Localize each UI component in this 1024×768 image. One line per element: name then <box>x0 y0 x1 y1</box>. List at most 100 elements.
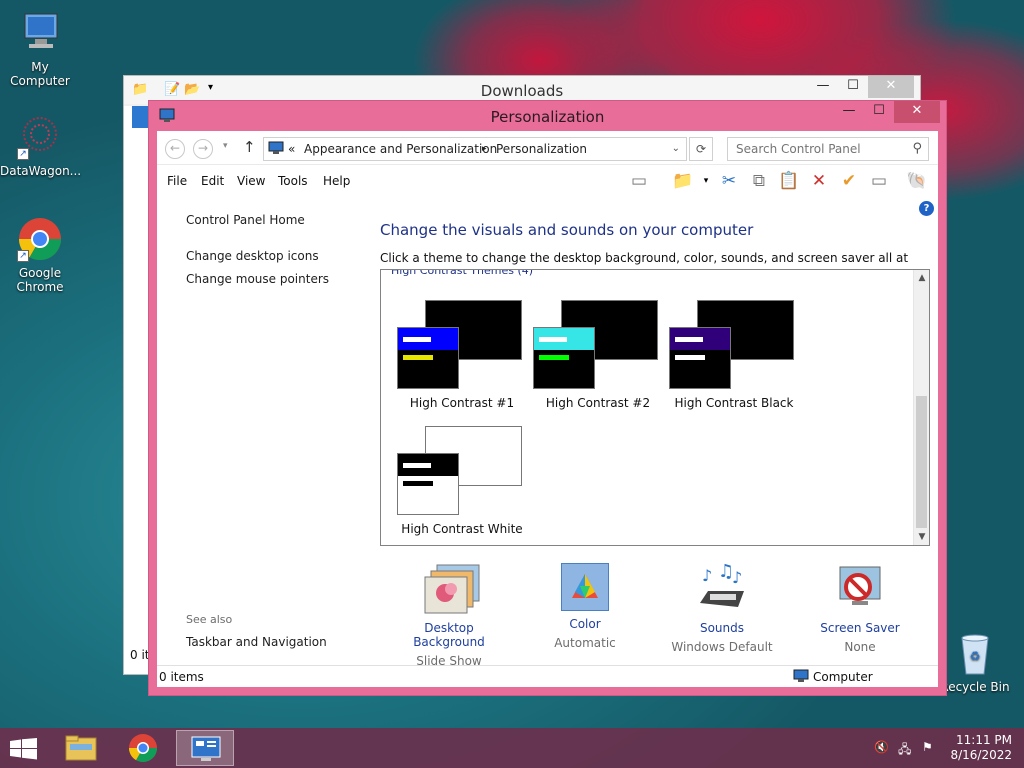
desktop-icon-label: DataWagon... <box>0 164 82 178</box>
up-arrow-icon[interactable]: ↑ <box>243 138 256 156</box>
search-input[interactable] <box>734 141 904 157</box>
computer-icon <box>17 10 63 56</box>
scroll-up-icon[interactable]: ▲ <box>914 270 929 286</box>
breadcrumb-overflow[interactable]: « <box>288 142 295 156</box>
sidebar-change-mouse-pointers[interactable]: Change mouse pointers <box>186 272 329 286</box>
close-button[interactable]: ✕ <box>894 101 940 123</box>
file-explorer-icon <box>65 735 97 761</box>
sidebar-change-desktop-icons[interactable]: Change desktop icons <box>186 249 319 263</box>
screen-saver-link[interactable]: Screen Saver <box>800 621 920 635</box>
personalization-window[interactable]: Personalization — ☐ ✕ ← → ▾ ↑ « Appearan… <box>148 100 947 696</box>
theme-label: High Contrast #1 <box>409 396 515 410</box>
scroll-down-icon[interactable]: ▼ <box>914 529 929 545</box>
desktop-icon-my-computer[interactable]: My Computer <box>0 10 80 88</box>
downloads-minimize-button[interactable]: — <box>808 76 838 98</box>
maximize-button[interactable]: ☐ <box>864 101 894 123</box>
desktop-background-setting[interactable]: Desktop Background Slide Show <box>389 563 509 668</box>
back-button[interactable]: ← <box>165 139 185 159</box>
folder-options-icon[interactable]: 📁 <box>670 168 696 194</box>
volume-muted-icon[interactable]: 🔇 <box>874 740 889 754</box>
sounds-setting[interactable]: ♪ ♫ ♪ Sounds Windows Default <box>662 561 782 654</box>
menu-tools[interactable]: Tools <box>278 174 308 188</box>
theme-label: High Contrast White <box>401 522 523 536</box>
refresh-button[interactable]: ⟳ <box>689 137 713 161</box>
shortcut-arrow-icon: ↗ <box>17 250 29 262</box>
recent-pages-chevron-icon[interactable]: ▾ <box>223 141 228 151</box>
properties-check-icon[interactable]: ✔ <box>836 168 862 194</box>
menu-view[interactable]: View <box>237 174 265 188</box>
personalization-titlebar[interactable]: Personalization — ☐ ✕ <box>149 101 946 131</box>
menu-bar: File Edit View Tools Help ▭ 📁 ▾ ✂ ⧉ 📋 ✕ … <box>157 165 938 197</box>
paste-icon[interactable]: 📋 <box>776 168 802 194</box>
sounds-link[interactable]: Sounds <box>662 621 782 635</box>
page-title: Change the visuals and sounds on your co… <box>380 221 754 239</box>
desktop-background-link[interactable]: Desktop Background <box>389 621 509 649</box>
chrome-icon <box>129 734 157 762</box>
address-bar[interactable]: « Appearance and Personalization ▸ Perso… <box>263 137 687 161</box>
breadcrumb-separator-icon[interactable]: ▸ <box>482 144 487 154</box>
preview-pane-icon[interactable]: ▭ <box>626 168 652 194</box>
downloads-title: Downloads <box>480 82 564 100</box>
datawagon-icon: ↗ <box>17 114 63 160</box>
downloads-close-button[interactable]: ✕ <box>868 76 914 98</box>
shortcut-arrow-icon: ↗ <box>17 148 29 160</box>
breadcrumb-appearance[interactable]: Appearance and Personalization <box>304 142 497 156</box>
desktop-icon-label: Recycle Bin <box>940 680 1010 694</box>
theme-label: High Contrast Black <box>674 396 794 410</box>
taskbar-google-chrome[interactable] <box>114 730 172 766</box>
address-dropdown-icon[interactable]: ⌄ <box>672 143 680 154</box>
desktop-icon-recycle-bin[interactable]: ♻ Recycle Bin <box>935 630 1015 694</box>
search-box[interactable]: ⚲ <box>727 137 929 161</box>
window-title: Personalization <box>490 108 605 126</box>
theme-group-header[interactable]: High Contrast Themes (4) <box>391 270 533 277</box>
search-icon[interactable]: ⚲ <box>912 141 922 156</box>
recycle-bin-icon: ♻ <box>952 630 998 676</box>
color-link[interactable]: Color <box>525 617 645 631</box>
taskbar-file-explorer[interactable] <box>52 730 110 766</box>
status-items-count: 0 items <box>159 670 204 684</box>
sounds-icon: ♪ ♫ ♪ <box>696 561 748 615</box>
breadcrumb-personalization[interactable]: Personalization <box>496 142 587 156</box>
menu-file[interactable]: File <box>167 174 187 188</box>
downloads-status-items: 0 it <box>130 648 150 662</box>
theme-high-contrast-black[interactable]: High Contrast Black <box>669 300 805 424</box>
screen-saver-setting[interactable]: Screen Saver None <box>800 563 920 654</box>
color-setting[interactable]: Color Automatic <box>525 563 645 650</box>
rename-icon[interactable]: ▭ <box>866 168 892 194</box>
clock-date: 8/16/2022 <box>950 748 1012 762</box>
theme-high-contrast-1[interactable]: High Contrast #1 <box>397 300 533 424</box>
menu-help[interactable]: Help <box>323 174 350 188</box>
theme-high-contrast-2[interactable]: High Contrast #2 <box>533 300 669 424</box>
color-palette-icon <box>561 563 609 611</box>
forward-button[interactable]: → <box>193 139 213 159</box>
sidebar-control-panel-home[interactable]: Control Panel Home <box>186 213 305 227</box>
shell-icon[interactable]: 🐚 <box>904 168 930 194</box>
desktop-icon-datawagon[interactable]: ↗ DataWagon... <box>0 114 82 178</box>
start-button[interactable] <box>10 738 38 763</box>
taskbar-control-panel[interactable] <box>176 730 234 766</box>
theme-list[interactable]: High Contrast Themes (4) High Contrast #… <box>380 269 930 546</box>
theme-list-scrollbar[interactable]: ▲ ▼ <box>913 270 929 545</box>
copy-icon[interactable]: ⧉ <box>746 168 772 194</box>
svg-text:♪: ♪ <box>702 566 712 585</box>
downloads-maximize-button[interactable]: ☐ <box>838 76 868 98</box>
network-icon[interactable]: 🖧 <box>898 740 911 761</box>
scroll-thumb[interactable] <box>916 396 927 528</box>
sidebar-taskbar-navigation[interactable]: Taskbar and Navigation <box>186 635 327 649</box>
desktop-icon-label: My Computer <box>10 60 70 88</box>
delete-icon[interactable]: ✕ <box>806 168 832 194</box>
status-location: Computer <box>813 670 873 684</box>
help-icon[interactable]: ? <box>919 201 934 216</box>
computer-status-icon <box>793 669 809 686</box>
theme-label: High Contrast #2 <box>545 396 651 410</box>
control-panel-icon <box>191 736 221 761</box>
sounds-value: Windows Default <box>671 640 773 654</box>
menu-edit[interactable]: Edit <box>201 174 224 188</box>
desktop-icon-google-chrome[interactable]: ↗ Google Chrome <box>0 216 80 294</box>
folder-options-dropdown-icon[interactable]: ▾ <box>700 168 712 194</box>
action-center-icon[interactable]: ⚑ <box>922 740 933 754</box>
minimize-button[interactable]: — <box>834 101 864 123</box>
cut-icon[interactable]: ✂ <box>716 168 742 194</box>
theme-high-contrast-white[interactable]: High Contrast White <box>397 426 533 545</box>
system-clock[interactable]: 11:11 PM 8/16/2022 <box>950 733 1012 763</box>
